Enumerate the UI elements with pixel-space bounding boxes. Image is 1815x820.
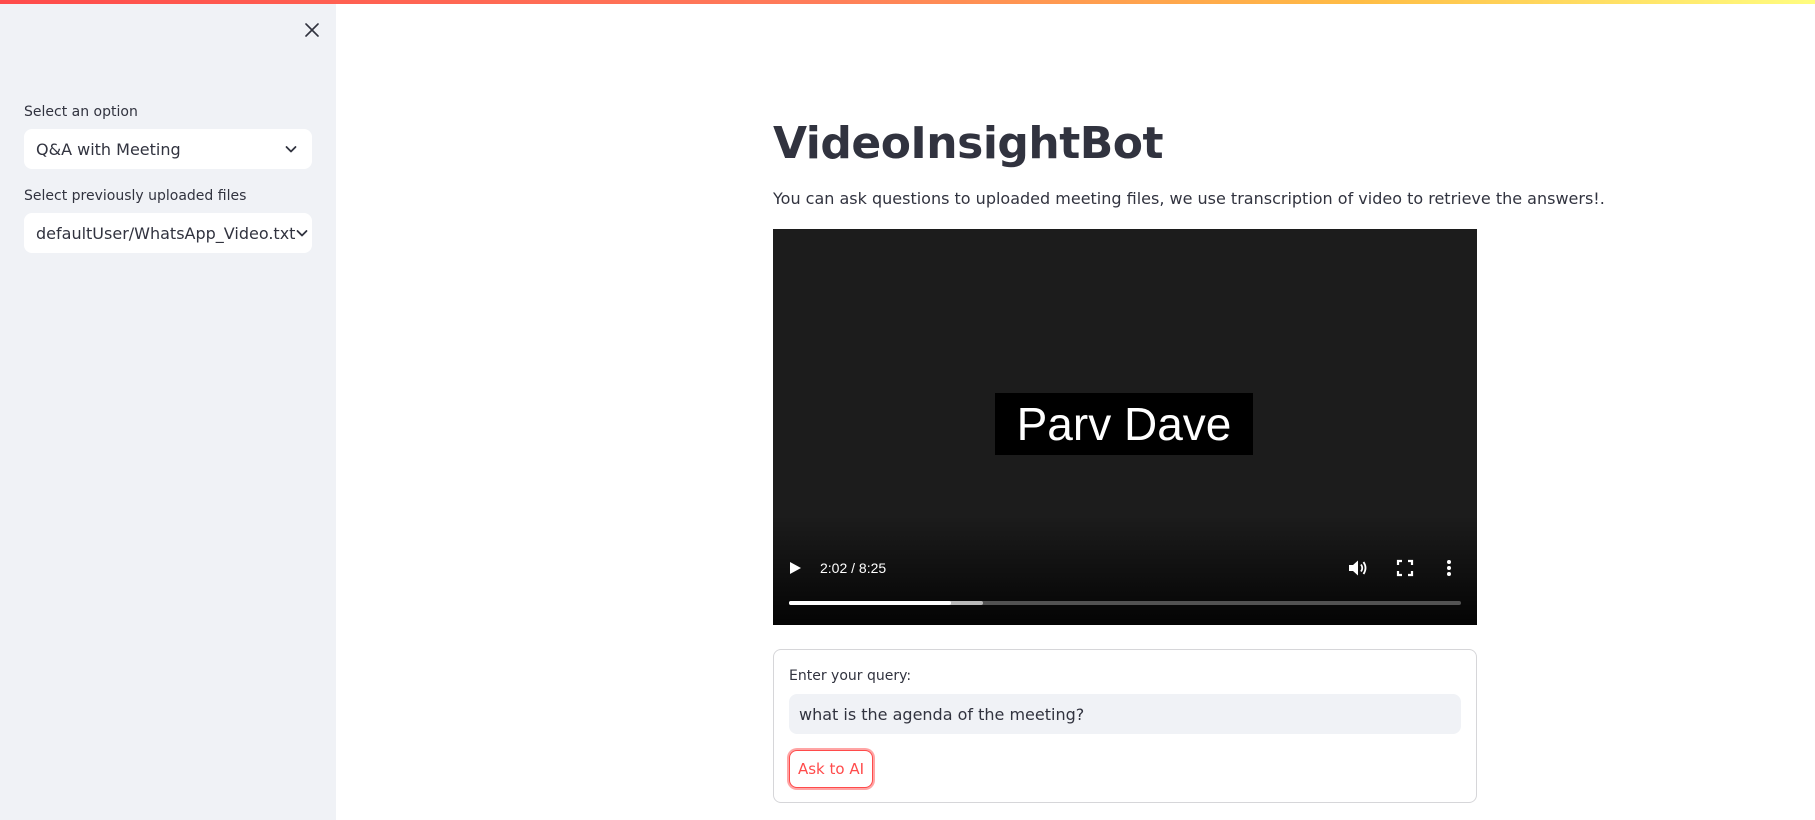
files-select-label: Select previously uploaded files	[24, 188, 247, 204]
files-select-value: defaultUser/WhatsApp_Video.txt	[36, 223, 296, 243]
query-input-label: Enter your query:	[789, 668, 912, 684]
video-time-display: 2:02 / 8:25	[820, 560, 887, 576]
video-progress-bar[interactable]	[789, 601, 1461, 605]
option-select[interactable]: Q&A with Meeting	[24, 129, 312, 169]
files-select[interactable]: defaultUser/WhatsApp_Video.txt	[24, 213, 312, 253]
chevron-down-icon	[284, 141, 300, 157]
volume-button[interactable]	[1348, 559, 1368, 577]
option-select-value: Q&A with Meeting	[36, 139, 181, 159]
page-description: You can ask questions to uploaded meetin…	[773, 189, 1605, 208]
option-select-label: Select an option	[24, 104, 138, 120]
page-title: VideoInsightBot	[773, 118, 1164, 169]
sidebar-close-button[interactable]	[300, 18, 324, 42]
video-played-progress	[789, 601, 952, 605]
sidebar: Select an option Q&A with Meeting Select…	[0, 0, 336, 820]
chevron-down-icon	[295, 225, 309, 241]
more-vertical-icon[interactable]	[1443, 559, 1455, 577]
fullscreen-icon[interactable]	[1396, 559, 1414, 577]
query-input[interactable]: what is the agenda of the meeting?	[789, 694, 1461, 734]
ask-ai-button[interactable]: Ask to AI	[789, 750, 873, 788]
volume-icon[interactable]	[1348, 559, 1368, 577]
more-options-button[interactable]	[1443, 559, 1455, 577]
top-decoration-bar	[0, 0, 1815, 4]
play-icon[interactable]	[787, 560, 803, 576]
video-caption: Parv Dave	[995, 393, 1253, 455]
play-button[interactable]	[787, 560, 803, 576]
close-icon[interactable]	[305, 23, 319, 37]
video-player[interactable]: Parv Dave 2:02 / 8:25	[773, 229, 1477, 625]
query-form: Enter your query: what is the agenda of …	[773, 649, 1477, 803]
fullscreen-button[interactable]	[1396, 559, 1414, 577]
